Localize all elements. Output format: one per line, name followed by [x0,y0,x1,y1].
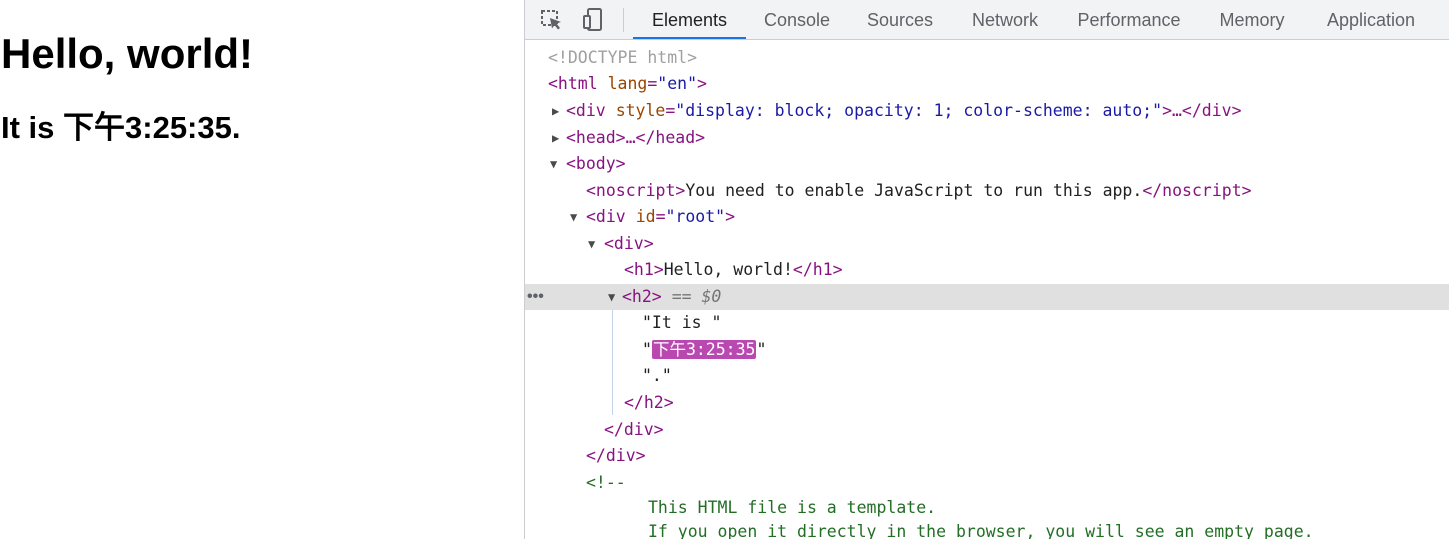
quote-open: " [642,340,652,359]
tab-memory[interactable]: Memory [1200,0,1304,39]
devtools-panel: Elements Console Sources Network Perform… [524,0,1449,539]
tab-performance[interactable]: Performance [1058,0,1200,39]
text-node-value: "." [642,366,672,385]
toolbar-separator [623,8,624,32]
dom-node-h1[interactable]: <h1>Hello, world!</h1> [525,257,1449,283]
inner-div-tag: <div> [604,234,654,253]
html-attr-value: "en" [657,74,698,93]
root-attr-value: "root" [665,207,726,226]
dom-node-div-style[interactable]: ▶ <div style="display: block; opacity: 1… [525,98,1449,124]
page-subheading: It is 下午3:25:35. [1,110,241,145]
html-attr-name: lang [607,74,648,93]
div-collapsed-tail: >…</div> [1162,101,1242,120]
dom-node-h2-close[interactable]: </h2> [525,390,1449,416]
dom-tree: <!DOCTYPE html> <html lang="en"> ▶ <div … [525,40,1449,539]
comment-text: This HTML file is a template. [648,498,937,517]
div-tag: <div [566,101,606,120]
dom-node-html[interactable]: <html lang="en"> [525,71,1449,97]
noscript-close-tag: </noscript> [1142,181,1252,200]
comment-open: <!-- [586,473,626,492]
rendered-page: Hello, world! It is 下午3:25:35. [0,0,524,539]
collapse-arrow-icon[interactable]: ▼ [550,151,557,177]
comment-line: If you open it directly in the browser, … [525,519,1449,539]
page-heading: Hello, world! [1,30,253,77]
inspect-element-icon[interactable] [539,7,565,33]
root-close-tag: </div> [586,446,646,465]
collapse-arrow-icon[interactable]: ▼ [608,284,615,310]
dom-node-inner-div[interactable]: ▼ <div> [525,231,1449,257]
dom-node-div-root[interactable]: ▼ <div id="root"> [525,204,1449,230]
inner-div-close-tag: </div> [604,420,664,439]
device-toolbar-icon[interactable] [581,7,607,33]
h1-text: Hello, world! [663,260,793,279]
h2-close-tag: </h2> [624,393,674,412]
body-tag: <body> [566,154,626,173]
comment-text: If you open it directly in the browser, … [648,522,1314,539]
dom-text-node[interactable]: "." [525,363,1449,389]
tab-elements[interactable]: Elements [633,0,746,39]
collapse-arrow-icon[interactable]: ▼ [588,231,595,257]
root-attr-name: id [635,207,656,226]
h2-open-tag: <h2> [622,287,662,306]
tab-console[interactable]: Console [746,0,848,39]
expand-arrow-icon[interactable]: ▶ [552,98,559,124]
dom-text-node-time[interactable]: "下午3:25:35" [525,337,1449,363]
noscript-open-tag: <noscript> [586,181,686,200]
dom-node-doctype[interactable]: <!DOCTYPE html> [525,45,1449,71]
html-tag: <html [548,74,598,93]
dom-node-noscript[interactable]: <noscript>You need to enable JavaScript … [525,178,1449,204]
dom-node-head[interactable]: ▶ <head>…</head> [525,125,1449,151]
dom-text-node[interactable]: "It is " [525,310,1449,336]
head-tag: <head>…</head> [566,128,706,147]
dom-node-body[interactable]: ▼ <body> [525,151,1449,177]
tab-network[interactable]: Network [952,0,1058,39]
div-attr-name: style [615,101,666,120]
more-options-icon[interactable]: ••• [527,284,544,310]
quote-close: " [756,340,767,359]
collapse-arrow-icon[interactable]: ▼ [570,204,577,230]
h1-close-tag: </h1> [792,260,843,279]
tab-application[interactable]: Application [1304,0,1438,39]
noscript-text: You need to enable JavaScript to run thi… [685,181,1143,200]
dom-node-inner-div-close[interactable]: </div> [525,417,1449,443]
div-attr-value: "display: block; opacity: 1; color-schem… [675,101,1163,120]
dom-node-comment[interactable]: <!-- [525,470,1449,496]
dom-node-root-close[interactable]: </div> [525,443,1449,469]
comment-line: This HTML file is a template. [525,495,1449,521]
tab-sources[interactable]: Sources [848,0,952,39]
search-highlight: 下午3:25:35 [651,340,757,359]
doctype-text: <!DOCTYPE html> [548,48,698,67]
dom-node-h2-selected[interactable]: ••• ▼ <h2> == $0 [525,284,1449,310]
devtools-toolbar: Elements Console Sources Network Perform… [525,0,1449,40]
h1-open-tag: <h1> [624,260,664,279]
selected-node-marker: == $0 [671,287,722,306]
text-node-value: "It is " [642,313,722,332]
root-div-tag: <div [586,207,626,226]
expand-arrow-icon[interactable]: ▶ [552,125,559,151]
